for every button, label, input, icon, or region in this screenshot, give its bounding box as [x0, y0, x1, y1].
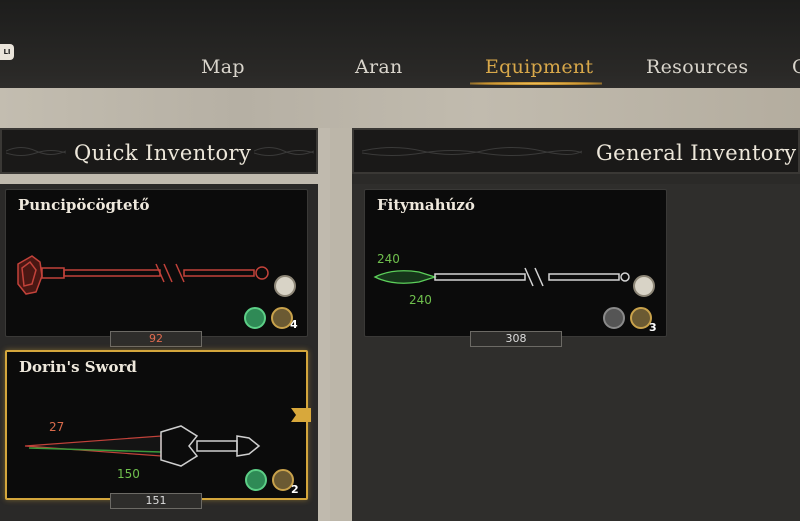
stone-divider [0, 88, 800, 128]
header-ornament-left [6, 147, 66, 156]
general-inventory-header: General Inventory [352, 128, 800, 174]
star-count: 3 [649, 321, 657, 334]
active-tab-underline [470, 82, 602, 85]
spear-weapon-icon [373, 267, 630, 287]
rune-slot-icon [274, 275, 296, 297]
item-price: 92 [110, 331, 202, 347]
anvil-icon [244, 307, 266, 329]
header-ornament-right [254, 147, 314, 156]
star-count: 2 [291, 483, 299, 496]
item-card-puncipocogteto[interactable]: Puncipöcögtető 4 [5, 189, 308, 337]
stone-gap [330, 128, 352, 521]
tab-resources[interactable]: Resources [646, 56, 748, 78]
anvil-icon [245, 469, 267, 491]
tab-equipment[interactable]: Equipment [485, 56, 593, 78]
sword-weapon-icon [24, 425, 261, 467]
rune-slot-icon [633, 275, 655, 297]
item-name: Puncipöcögtető [18, 196, 150, 214]
tab-map[interactable]: Map [201, 56, 245, 78]
durability-value: 150 [117, 467, 140, 481]
anvil-icon [603, 307, 625, 329]
item-card-dorins-sword[interactable]: Dorin's Sword 27 150 2 [5, 350, 308, 500]
star-count: 4 [290, 318, 298, 331]
item-price: 308 [470, 331, 562, 347]
tab-cut-off[interactable]: C [792, 56, 800, 78]
item-name: Dorin's Sword [19, 358, 137, 376]
quick-inventory-header: Quick Inventory [0, 128, 318, 174]
item-card-fitymahuzo[interactable]: Fitymahúzó 240 240 3 [364, 189, 667, 337]
key-hint-badge: LI [0, 44, 14, 60]
mace-weapon-icon [17, 255, 269, 295]
item-name: Fitymahúzó [377, 196, 475, 214]
general-inventory-title: General Inventory [596, 141, 797, 165]
item-price: 151 [110, 493, 202, 509]
durability-value: 240 [409, 293, 432, 307]
header-ornament-left [362, 147, 582, 156]
tab-aran[interactable]: Aran [355, 56, 403, 78]
quick-inventory-title: Quick Inventory [74, 141, 252, 165]
